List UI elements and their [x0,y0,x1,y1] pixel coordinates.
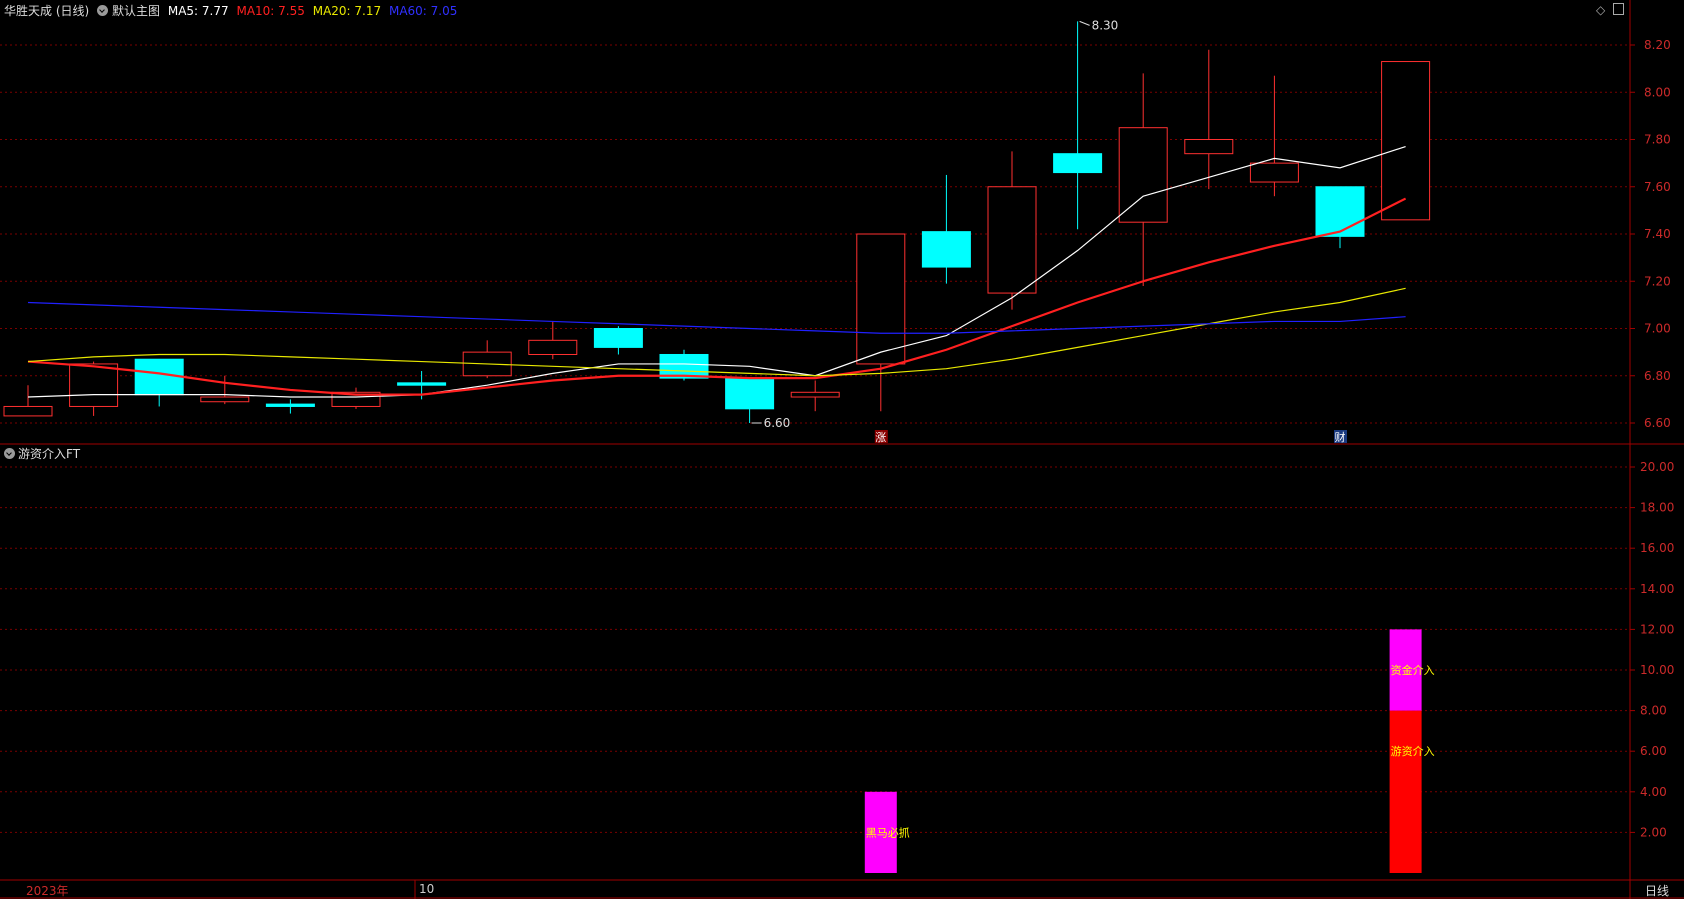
y-tick-label: 7.80 [1644,133,1671,147]
indicator-bar [1389,710,1422,873]
candle-body-up [1381,61,1431,221]
footer-month: 10 [419,882,435,896]
ma-line-ma5 [27,146,1406,398]
y-tick-label: 2.00 [1640,825,1667,839]
indicator-bar-label: 游资介入 [1391,745,1435,758]
y-tick-label: 6.60 [1644,416,1671,430]
candle-body-up [790,391,840,398]
chart-svg: 6.60 6.80 7.00 7.20 7.40 7.60 7.80 8.00 8.20 2.00… [0,0,1684,899]
candle-body-up [1118,127,1168,223]
candle-body-up [69,363,119,407]
footer-period[interactable]: 日线 [1645,882,1669,899]
indicator-bar-label: 资金介入 [1391,663,1435,677]
candle-body-down [1053,153,1103,174]
y-tick-label: 6.80 [1644,369,1671,383]
candle-body-up [856,233,906,365]
candle-body-up [528,339,578,355]
candle-body-down [725,377,775,410]
ma-line-ma20 [27,287,1406,377]
y-tick-label: 8.20 [1644,38,1671,52]
y-tick-label: 4.00 [1640,785,1667,799]
y-tick-label: 7.00 [1644,322,1671,336]
y-tick-label: 12.00 [1640,622,1674,636]
candle-body-up [1184,139,1234,155]
candle-body-down [659,353,709,379]
candle-body-down [593,328,643,348]
y-tick-label: 8.00 [1644,85,1671,99]
candle-body-down [397,382,447,386]
y-tick-label: 14.00 [1640,582,1674,596]
footer-year: 2023年 [26,884,69,898]
candle-body-down [1315,186,1365,237]
candle-body-up [3,405,53,417]
annotation-label: 6.60 [764,416,791,430]
candle-body-down [921,231,971,268]
annotation-label: 8.30 [1092,18,1119,32]
y-tick-label: 6.00 [1640,744,1667,758]
indicator-bar-label: 黑马必抓 [866,825,910,839]
y-tick-label: 10.00 [1640,663,1674,677]
marker-label: 涨 [875,431,886,444]
y-tick-label: 20.00 [1640,460,1674,474]
y-tick-label: 7.40 [1644,227,1671,241]
y-tick-label: 7.20 [1644,274,1671,288]
annotation-pointer [1079,20,1090,26]
y-tick-label: 8.00 [1640,704,1667,718]
marker-label: 财 [1335,430,1346,444]
candle-body-up [987,186,1037,294]
candle-body-up [200,396,250,403]
y-tick-label: 18.00 [1640,501,1674,515]
candle-body-down [265,403,315,407]
candle-body-up [1249,162,1299,183]
candle-body-down [134,358,184,396]
y-tick-label: 7.60 [1644,180,1671,194]
y-tick-label: 16.00 [1640,541,1674,555]
